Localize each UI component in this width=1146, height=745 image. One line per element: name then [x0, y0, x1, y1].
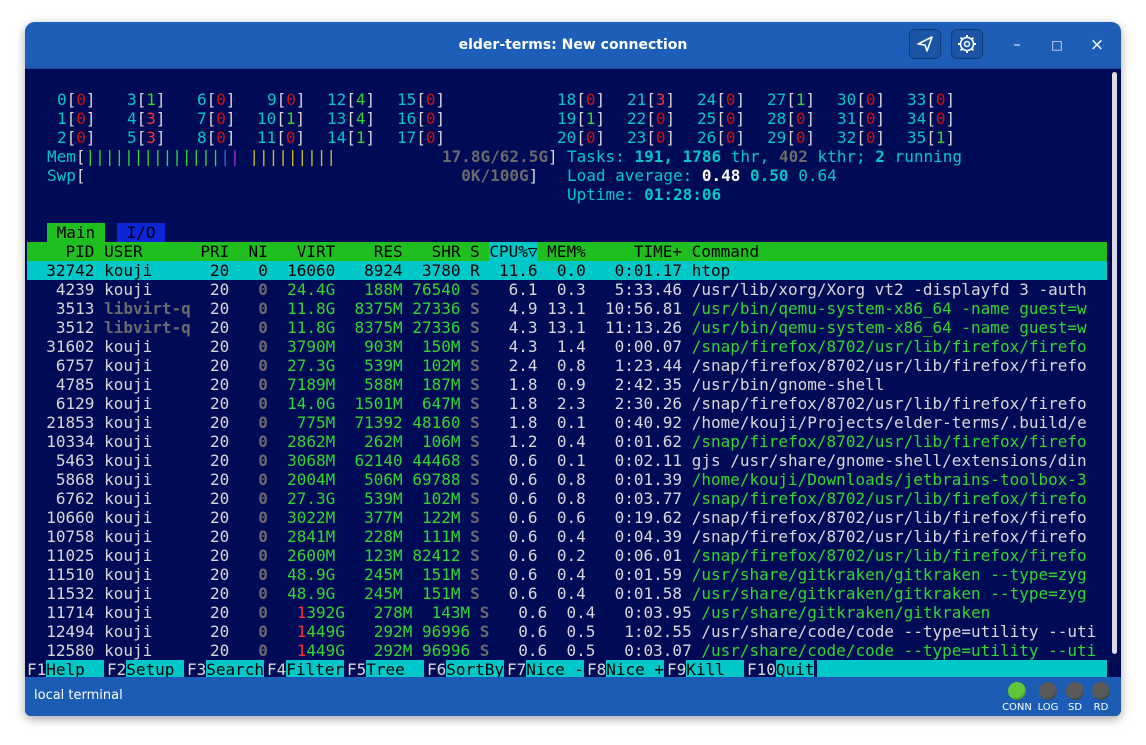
tab-io[interactable]: I/O [117, 223, 166, 242]
tasks-summary: Tasks: 191, 1786 thr, 402 kthr; 2 runnin… [567, 147, 962, 166]
cpu-meter: 13[4] [327, 109, 376, 128]
fkey-help-button[interactable]: F1Help [27, 660, 105, 677]
scrollbar[interactable] [1108, 69, 1121, 677]
uptime: Uptime: 01:28:06 [567, 185, 722, 204]
fkey-quit-button[interactable]: F10Quit [747, 660, 815, 677]
cpu-meter: 2[0] [57, 128, 96, 147]
terminal-area[interactable]: 0[0] 3[1] 6[0] 9[0] 12[4] 15[0] 1[0] 4[3] 7[0] 10… [25, 69, 1121, 677]
cpu-meter: 22[0] [627, 109, 676, 128]
process-row[interactable]: 10660 kouji 20 0 3022M 377M 122M S 0.6 0… [27, 508, 1086, 527]
maximize-button[interactable]: □ [1045, 34, 1069, 56]
cpu-meter: 18[0] [557, 90, 606, 109]
process-row[interactable]: 6762 kouji 20 0 27.3G 539M 102M S 0.6 0.… [27, 489, 1087, 508]
cpu-meter: 14[1] [327, 128, 376, 147]
fkey-nice-button[interactable]: F8Nice + [587, 660, 665, 677]
cpu-meter: 5[3] [127, 128, 166, 147]
titlebar[interactable]: elder-terms: New connection – □ × [25, 22, 1121, 69]
memory-meter: Mem[|||||||||||||||| ||||||||| 17.8G/62.… [47, 147, 558, 166]
cpu-meter: 11[0] [257, 128, 306, 147]
log-indicator-led [1039, 682, 1057, 700]
process-row[interactable]: 12494 kouji 20 0 1449G 292M 96996 S 0.6 … [27, 622, 1096, 641]
fkey-tree-button[interactable]: F5Tree [347, 660, 425, 677]
tab-main[interactable]: Main [47, 223, 105, 242]
rd-indicator-label: RD [1093, 702, 1109, 713]
cpu-meter: 20[0] [557, 128, 606, 147]
conn-indicator-led [1008, 682, 1026, 700]
process-row[interactable]: 21853 kouji 20 0 775M 71392 48160 S 1.8 … [27, 413, 1086, 432]
process-row[interactable]: 3512 libvirt-q 20 0 11.8G 8375M 27336 S … [27, 318, 1087, 337]
process-row[interactable]: 3513 libvirt-q 20 0 11.8G 8375M 27336 S … [27, 299, 1087, 318]
cpu-meter: 7[0] [197, 109, 236, 128]
cpu-meter: 28[0] [767, 109, 816, 128]
cpu-meter: 24[0] [697, 90, 746, 109]
cpu-meter: 31[0] [837, 109, 886, 128]
process-row[interactable]: 32742 kouji 20 0 16060 8924 3780 R 11.6 … [27, 261, 730, 280]
cpu-meter: 16[0] [397, 109, 446, 128]
load-average: Load average: 0.48 0.50 0.64 [567, 166, 837, 185]
gear-icon [958, 35, 976, 53]
process-row[interactable]: 11532 kouji 20 0 48.9G 245M 151M S 0.6 0… [27, 584, 1086, 603]
cpu-meter: 6[0] [197, 90, 236, 109]
process-row[interactable]: 6757 kouji 20 0 27.3G 539M 102M S 2.4 0.… [27, 356, 1087, 375]
cpu-meter: 10[1] [257, 109, 306, 128]
settings-button[interactable] [951, 29, 983, 59]
cpu-meter: 17[0] [397, 128, 446, 147]
cpu-meter: 4[3] [127, 109, 166, 128]
process-row[interactable]: 4785 kouji 20 0 7189M 588M 187M S 1.8 0.… [27, 375, 884, 394]
swap-meter: Swp[ 0K/100G] [47, 166, 539, 185]
process-row[interactable]: 11510 kouji 20 0 48.9G 245M 151M S 0.6 0… [27, 565, 1086, 584]
fkey-search-button[interactable]: F3Search [187, 660, 265, 677]
cpu-meter: 3[1] [127, 90, 166, 109]
paper-plane-icon [917, 36, 933, 52]
close-button[interactable]: × [1085, 34, 1109, 56]
minimize-button[interactable]: – [1005, 34, 1029, 56]
process-row[interactable]: 6129 kouji 20 0 14.0G 1501M 647M S 1.8 2… [27, 394, 1087, 413]
cpu-meter: 8[0] [197, 128, 236, 147]
cpu-meter: 12[4] [327, 90, 376, 109]
app-window: elder-terms: New connection – □ × 0[0] 3… [25, 22, 1121, 716]
cpu-meter: 35[1] [907, 128, 956, 147]
cpu-meter: 26[0] [697, 128, 746, 147]
cpu-meter: 32[0] [837, 128, 886, 147]
cpu-meter: 23[0] [627, 128, 676, 147]
cpu-meter: 29[0] [767, 128, 816, 147]
process-row[interactable]: 10758 kouji 20 0 2841M 228M 111M S 0.6 0… [27, 527, 1086, 546]
fkey-kill-button[interactable]: F9Kill [667, 660, 745, 677]
fkey-bar-fill [817, 660, 1107, 677]
fkey-nice-button[interactable]: F7Nice - [507, 660, 585, 677]
process-row[interactable]: 4239 kouji 20 0 24.4G 188M 76540 S 6.1 0… [27, 280, 1087, 299]
send-button[interactable] [909, 29, 941, 59]
process-row[interactable]: 11025 kouji 20 0 2600M 123M 82412 S 0.6 … [27, 546, 1086, 565]
cpu-meter: 33[0] [907, 90, 956, 109]
process-row[interactable]: 5463 kouji 20 0 3068M 62140 44468 S 0.6 … [27, 451, 1087, 470]
cpu-meter: 30[0] [837, 90, 886, 109]
fkey-sortby-button[interactable]: F6SortBy [427, 660, 505, 677]
connection-status-text: local terminal [34, 688, 123, 703]
process-row[interactable]: 12580 kouji 20 0 1449G 292M 96996 S 0.6 … [27, 641, 1096, 660]
sd-indicator-led [1066, 682, 1084, 700]
process-row[interactable]: 31602 kouji 20 0 3790M 903M 150M S 4.3 1… [27, 337, 1086, 356]
cpu-meter: 27[1] [767, 90, 816, 109]
cpu-meter: 15[0] [397, 90, 446, 109]
rd-indicator-led [1092, 682, 1110, 700]
fkey-filter-button[interactable]: F4Filter [267, 660, 345, 677]
process-row[interactable]: 11714 kouji 20 0 1392G 278M 143M S 0.6 0… [27, 603, 990, 622]
cpu-meter: 34[0] [907, 109, 956, 128]
cpu-meter: 19[1] [557, 109, 606, 128]
fkey-setup-button[interactable]: F2Setup [107, 660, 185, 677]
cpu-meter: 0[0] [57, 90, 96, 109]
cpu-meter: 9[0] [267, 90, 306, 109]
cpu-meter: 21[3] [627, 90, 676, 109]
cpu-meter: 1[0] [57, 109, 96, 128]
process-row[interactable]: 10334 kouji 20 0 2862M 262M 106M S 1.2 0… [27, 432, 1086, 451]
column-header: PID USER PRI NI VIRT RES SHR S CPU%▽ MEM… [27, 242, 760, 261]
cpu-meter: 25[0] [697, 109, 746, 128]
status-bar: local terminal CONN LOG SD RD [25, 678, 1121, 716]
scrollbar-thumb[interactable] [1112, 72, 1117, 654]
process-row[interactable]: 5868 kouji 20 0 2004M 506M 69788 S 0.6 0… [27, 470, 1087, 489]
